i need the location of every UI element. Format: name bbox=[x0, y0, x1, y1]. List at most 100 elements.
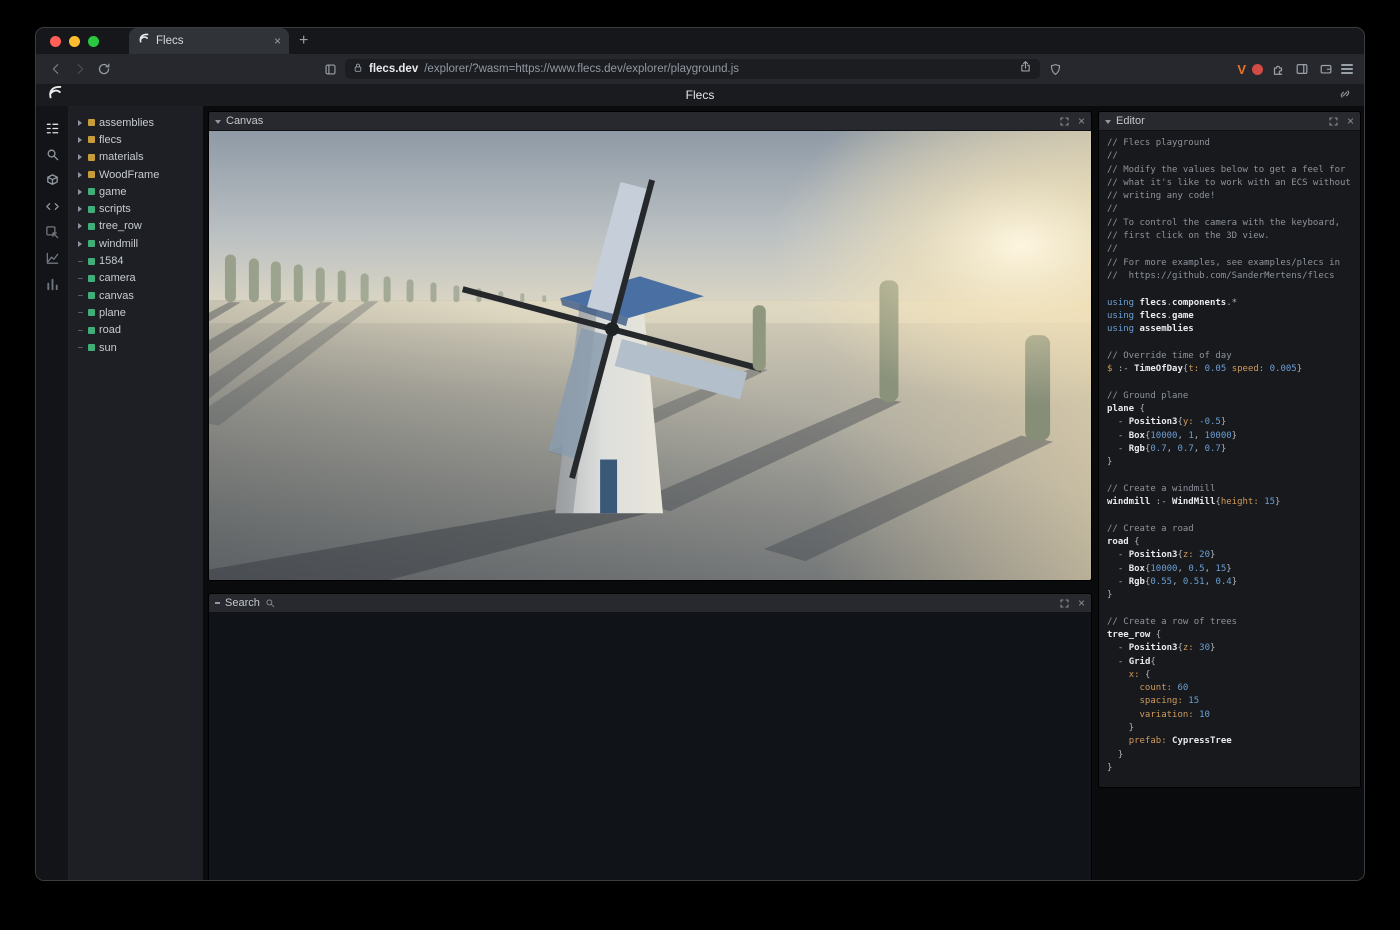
tree-item-tree_row[interactable]: tree_row bbox=[69, 218, 203, 235]
code-line: - Grid{ bbox=[1107, 656, 1360, 669]
code-line bbox=[1107, 509, 1360, 522]
entity-label: 1584 bbox=[99, 255, 123, 267]
entity-label: materials bbox=[99, 151, 144, 163]
close-panel-icon[interactable]: × bbox=[1078, 597, 1085, 609]
entity-tree[interactable]: assemblies flecs materials WoodFramegame scr… bbox=[69, 106, 203, 880]
chevron-right-icon[interactable] bbox=[76, 241, 84, 247]
code-line: - Box{10000, 0.5, 15} bbox=[1107, 563, 1360, 576]
search-rail-icon[interactable] bbox=[44, 146, 61, 163]
chevron-right-icon[interactable] bbox=[76, 137, 84, 143]
code-line: // For more examples, see examples/plecs… bbox=[1107, 257, 1360, 270]
minimize-window-button[interactable] bbox=[69, 36, 80, 47]
entities-tree-icon[interactable] bbox=[44, 120, 61, 137]
code-line: - Position3{z: 20} bbox=[1107, 549, 1360, 562]
components-cube-icon[interactable] bbox=[44, 172, 61, 189]
code-rail-icon[interactable] bbox=[44, 198, 61, 215]
code-line: x: { bbox=[1107, 669, 1360, 682]
tree-item-plane[interactable]: plane bbox=[69, 304, 203, 321]
collapse-chevron-icon[interactable] bbox=[1105, 120, 1111, 124]
code-line: // writing any code! bbox=[1107, 190, 1360, 203]
tree-item-scripts[interactable]: scripts bbox=[69, 200, 203, 217]
leaf-dash-icon bbox=[76, 330, 84, 331]
stats-icon[interactable] bbox=[44, 276, 61, 293]
tree-item-materials[interactable]: materials bbox=[69, 149, 203, 166]
wallet-icon[interactable] bbox=[1317, 60, 1335, 78]
expand-panel-icon[interactable] bbox=[1060, 599, 1069, 608]
site-lock-icon[interactable] bbox=[353, 60, 363, 78]
code-line: using flecs.game bbox=[1107, 310, 1360, 323]
tab-close-icon[interactable]: × bbox=[274, 35, 281, 47]
tree-item-1584[interactable]: 1584 bbox=[69, 252, 203, 269]
back-icon[interactable] bbox=[47, 60, 65, 78]
code-line: } bbox=[1107, 456, 1360, 469]
entity-label: sun bbox=[99, 342, 117, 354]
red-extension-icon[interactable] bbox=[1252, 64, 1263, 75]
tree-item-windmill[interactable]: windmill bbox=[69, 235, 203, 252]
search-panel: Search × bbox=[208, 593, 1092, 881]
bookmarks-icon[interactable] bbox=[321, 60, 339, 78]
search-panel-header[interactable]: Search × bbox=[209, 594, 1091, 613]
tree-item-canvas[interactable]: canvas bbox=[69, 287, 203, 304]
entity-swatch bbox=[88, 188, 95, 195]
close-window-button[interactable] bbox=[50, 36, 61, 47]
side-panel-icon[interactable] bbox=[1293, 60, 1311, 78]
page-title: Flecs bbox=[36, 88, 1364, 102]
tree-item-camera[interactable]: camera bbox=[69, 270, 203, 287]
code-line: } bbox=[1107, 589, 1360, 602]
brave-shield-icon[interactable] bbox=[1046, 60, 1064, 78]
expand-panel-icon[interactable] bbox=[1060, 117, 1069, 126]
code-line: } bbox=[1107, 749, 1360, 762]
windmill-scene bbox=[209, 131, 1091, 580]
close-panel-icon[interactable]: × bbox=[1078, 115, 1085, 127]
code-line: } bbox=[1107, 762, 1360, 775]
entity-label: assemblies bbox=[99, 117, 154, 129]
expand-panel-icon[interactable] bbox=[1329, 117, 1338, 126]
chevron-right-icon[interactable] bbox=[76, 120, 84, 126]
close-panel-icon[interactable]: × bbox=[1347, 115, 1354, 127]
canvas-panel-header[interactable]: Canvas × bbox=[209, 112, 1091, 131]
browser-tab[interactable]: Flecs × bbox=[129, 28, 289, 54]
code-line: // Flecs playground bbox=[1107, 137, 1360, 150]
reload-icon[interactable] bbox=[95, 60, 113, 78]
leaf-dash-icon bbox=[76, 347, 84, 348]
entity-swatch bbox=[88, 344, 95, 351]
permalink-icon[interactable] bbox=[1338, 87, 1352, 106]
entity-swatch bbox=[88, 119, 95, 126]
editor-code[interactable]: // Flecs playground//// Modify the value… bbox=[1099, 131, 1360, 787]
url-bar[interactable]: flecs.dev/explorer/?wasm=https://www.fle… bbox=[345, 59, 1040, 79]
code-line: windmill :- WindMill{height: 15} bbox=[1107, 496, 1360, 509]
chevron-right-icon[interactable] bbox=[76, 206, 84, 212]
collapse-chevron-icon[interactable] bbox=[215, 120, 221, 124]
chevron-right-icon[interactable] bbox=[76, 189, 84, 195]
tree-item-assemblies[interactable]: assemblies bbox=[69, 114, 203, 131]
code-line: // https://github.com/SanderMertens/flec… bbox=[1107, 270, 1360, 283]
tree-item-flecs[interactable]: flecs bbox=[69, 131, 203, 148]
charts-icon[interactable] bbox=[44, 250, 61, 267]
forward-icon[interactable] bbox=[71, 60, 89, 78]
menu-icon[interactable] bbox=[1341, 64, 1353, 74]
code-line: plane { bbox=[1107, 403, 1360, 416]
tree-item-road[interactable]: road bbox=[69, 322, 203, 339]
chevron-right-icon[interactable] bbox=[76, 154, 84, 160]
editor-panel-header[interactable]: Editor × bbox=[1099, 112, 1360, 131]
canvas-3d-view[interactable] bbox=[209, 131, 1091, 580]
extensions-puzzle-icon[interactable] bbox=[1269, 60, 1287, 78]
inspect-icon[interactable] bbox=[44, 224, 61, 241]
entity-label: scripts bbox=[99, 203, 131, 215]
code-line: // Ground plane bbox=[1107, 390, 1360, 403]
tree-item-game[interactable]: game bbox=[69, 183, 203, 200]
chevron-right-icon[interactable] bbox=[76, 223, 84, 229]
tab-favicon-flecs-logo bbox=[137, 32, 150, 50]
v-extension-icon[interactable]: V bbox=[1237, 62, 1246, 77]
entity-swatch bbox=[88, 275, 95, 282]
tree-item-WoodFrame[interactable]: WoodFrame bbox=[69, 166, 203, 183]
code-line: road { bbox=[1107, 536, 1360, 549]
collapse-dash-icon[interactable] bbox=[215, 602, 220, 604]
chevron-right-icon[interactable] bbox=[76, 172, 84, 178]
tree-item-sun[interactable]: sun bbox=[69, 339, 203, 356]
share-icon[interactable] bbox=[1019, 60, 1032, 78]
code-line: // Override time of day bbox=[1107, 350, 1360, 363]
tab-bar: Flecs × + bbox=[36, 28, 1364, 54]
new-tab-button[interactable]: + bbox=[299, 33, 308, 49]
zoom-window-button[interactable] bbox=[88, 36, 99, 47]
